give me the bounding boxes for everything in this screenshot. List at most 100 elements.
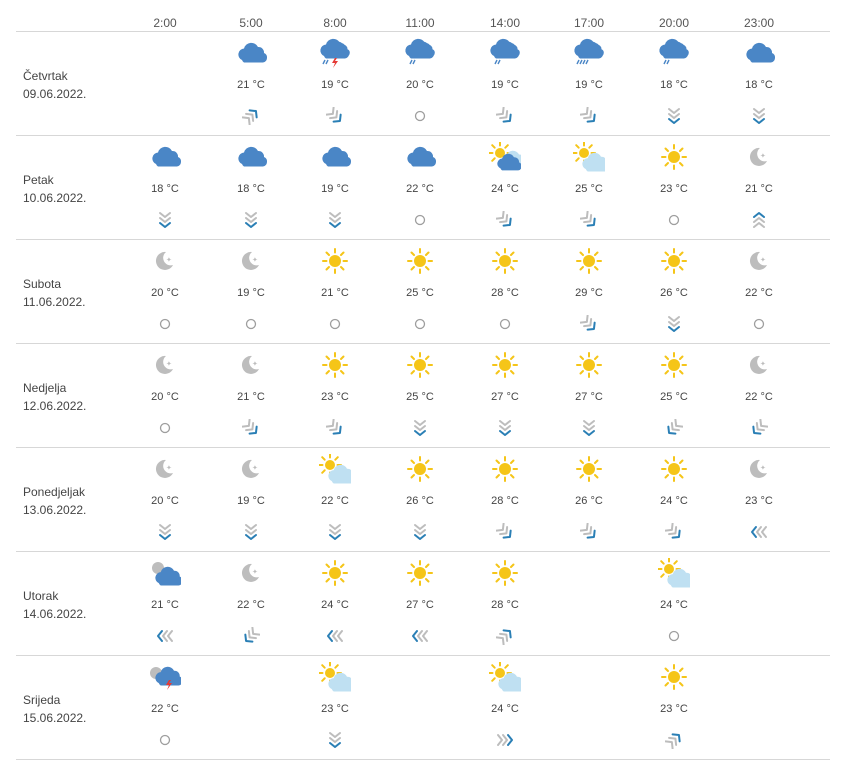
day-row: Četvrtak 09.06.2022. 21 °C 19 °C 20 °C 19 °C… — [16, 31, 830, 135]
wind-direction-icon — [750, 211, 768, 229]
forecast-cell: 27 °C — [390, 552, 450, 655]
rain-cloud-icon — [489, 38, 521, 68]
temperature: 21 °C — [321, 287, 349, 299]
wind-direction-icon — [750, 107, 768, 125]
day-date: 09.06.2022. — [23, 87, 87, 101]
day-label: Ponedjeljak 13.06.2022. — [23, 483, 86, 519]
forecast-cell: 28 °C — [475, 552, 535, 655]
forecast-cell: 21 °C — [305, 240, 365, 343]
temperature: 23 °C — [321, 391, 349, 403]
hour-header: 2:00 5:00 8:00 11:00 14:00 17:00 20:00 23:00 — [0, 16, 846, 32]
forecast-cell: 18 °C — [135, 136, 195, 239]
forecast-cell: 24 °C — [644, 552, 704, 655]
wind-direction-icon — [411, 627, 429, 645]
day-name: Srijeda — [23, 693, 61, 707]
svg-text:✦: ✦ — [166, 256, 172, 264]
wind-direction-icon — [665, 107, 683, 125]
forecast-cell: 28 °C — [475, 448, 535, 551]
wind-direction-icon — [495, 106, 514, 125]
wind-direction-icon — [495, 522, 514, 541]
wind-direction-icon — [579, 314, 598, 333]
wind-direction-icon — [242, 211, 260, 229]
sun-icon — [489, 558, 521, 588]
moon-icon: ✦ — [149, 454, 181, 484]
forecast-cell: 21 °C — [135, 552, 195, 655]
temperature: 21 °C — [237, 79, 265, 91]
temperature: 19 °C — [237, 495, 265, 507]
calm-wind-icon — [156, 419, 174, 437]
moon-icon: ✦ — [235, 558, 267, 588]
calm-wind-icon — [326, 315, 344, 333]
svg-text:✦: ✦ — [252, 360, 258, 368]
calm-wind-icon — [411, 211, 429, 229]
wind-direction-icon — [242, 626, 261, 645]
sun-cloud-icon — [488, 141, 528, 172]
sun-light-cloud-icon — [318, 661, 356, 692]
forecast-cell: ✦ 19 °C — [221, 240, 281, 343]
day-name: Subota — [23, 277, 62, 291]
day-label: Utorak 14.06.2022. — [23, 587, 86, 623]
day-name: Četvrtak — [23, 69, 68, 83]
day-row: Petak 10.06.2022. 18 °C 18 °C 19 °C 22 °C 24 °… — [16, 135, 830, 239]
moon-icon: ✦ — [235, 454, 267, 484]
forecast-cell: 20 °C — [390, 32, 450, 135]
sun-light-cloud-icon — [488, 661, 526, 692]
forecast-cell: ✦ 22 °C — [729, 344, 789, 447]
temperature: 20 °C — [151, 287, 179, 299]
temperature: 25 °C — [660, 391, 688, 403]
day-date: 14.06.2022. — [23, 607, 87, 621]
wind-direction-icon — [495, 627, 514, 646]
wind-direction-icon — [665, 315, 683, 333]
wind-direction-icon — [664, 731, 683, 750]
temperature: 21 °C — [151, 599, 179, 611]
storm-icon — [319, 38, 351, 68]
sun-icon — [573, 350, 605, 380]
day-row: Ponedjeljak 13.06.2022. ✦ 20 °C ✦ 19 °C 22 °… — [16, 447, 830, 551]
sun-icon — [404, 558, 436, 588]
calm-wind-icon — [411, 107, 429, 125]
day-name: Petak — [23, 173, 54, 187]
temperature: 27 °C — [575, 391, 603, 403]
forecast-cell: 25 °C — [390, 344, 450, 447]
wind-direction-icon — [665, 418, 684, 437]
calm-wind-icon — [411, 315, 429, 333]
forecast-cell: 23 °C — [644, 656, 704, 759]
sun-icon — [319, 350, 351, 380]
cloud-icon — [404, 142, 437, 172]
temperature: 22 °C — [745, 287, 773, 299]
temperature: 22 °C — [406, 183, 434, 195]
hour-label: 5:00 — [239, 16, 263, 30]
calm-wind-icon — [750, 315, 768, 333]
forecast-cell: 21 °C — [221, 32, 281, 135]
wind-direction-icon — [156, 523, 174, 541]
day-name: Ponedjeljak — [23, 485, 86, 499]
forecast-cell: 22 °C — [135, 656, 195, 759]
day-date: 10.06.2022. — [23, 191, 87, 205]
day-name: Nedjelja — [23, 381, 67, 395]
calm-wind-icon — [242, 315, 260, 333]
temperature: 28 °C — [491, 599, 519, 611]
wind-direction-icon — [579, 522, 598, 541]
forecast-cell: ✦ 19 °C — [221, 448, 281, 551]
forecast-cell: 24 °C — [305, 552, 365, 655]
temperature: 18 °C — [237, 183, 265, 195]
sun-icon — [404, 350, 436, 380]
hour-label: 20:00 — [658, 16, 690, 30]
forecast-cell: ✦ 23 °C — [729, 448, 789, 551]
sun-icon — [319, 246, 351, 276]
sun-icon — [404, 246, 436, 276]
svg-text:✦: ✦ — [760, 256, 766, 264]
forecast-cell: 18 °C — [729, 32, 789, 135]
temperature: 20 °C — [406, 79, 434, 91]
forecast-cell: 18 °C — [221, 136, 281, 239]
cloud-icon — [235, 142, 268, 172]
sun-icon — [658, 662, 690, 692]
wind-direction-icon — [156, 211, 174, 229]
cloud-icon — [319, 142, 352, 172]
forecast-cell: 28 °C — [475, 240, 535, 343]
day-name: Utorak — [23, 589, 59, 603]
wind-direction-icon — [241, 107, 260, 126]
moon-icon: ✦ — [235, 350, 267, 380]
forecast-cell: 23 °C — [644, 136, 704, 239]
temperature: 24 °C — [321, 599, 349, 611]
